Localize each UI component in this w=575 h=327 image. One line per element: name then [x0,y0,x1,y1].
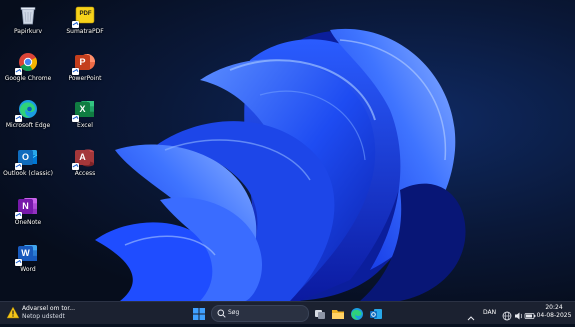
desktop-icon-onenote[interactable]: N OneNote [0,193,56,237]
battery-icon [524,313,536,319]
task-view-button[interactable] [313,306,327,320]
file-explorer-icon [332,310,344,319]
shortcut-arrow-icon [72,68,79,75]
outlook-icon [370,309,382,319]
clock-time: 20:24 [545,304,563,311]
shortcut-arrow-icon [15,259,22,266]
shortcut-arrow-icon [15,115,22,122]
volume-icon [515,312,523,320]
shortcut-arrow-icon [72,163,79,170]
system-tray-status[interactable] [502,307,536,321]
shortcut-arrow-icon [15,212,22,219]
shortcut-arrow-icon [72,115,79,122]
file-explorer-button[interactable] [331,306,345,320]
chevron-up-icon [467,316,475,321]
weather-title: Advarsel om tor... [22,305,75,312]
sumatrapdf-glyph: PDF [79,11,92,17]
desktop-icon-excel[interactable]: X Excel [57,96,113,140]
desktop-icon-word[interactable]: W Word [0,240,56,284]
globe-network-icon [502,311,512,321]
desktop-icon-label: Papirkurv [13,28,43,35]
windows-logo-icon [193,308,205,320]
desktop-icon-label: Access [74,170,96,177]
shortcut-arrow-icon [15,68,22,75]
desktop-icon-access[interactable]: A Access [57,144,113,188]
outlook-taskbar-button[interactable] [369,306,383,320]
weather-subtitle: Netop udstedt [22,313,65,320]
desktop-icon-label: Outlook (classic) [3,170,53,177]
desktop-icon-recycle-bin[interactable]: Papirkurv [0,2,56,46]
search-placeholder: Søg [228,309,240,316]
desktop-icon-label: Word [20,266,36,273]
clock[interactable]: 20:24 04-08-2025 [536,304,572,320]
desktop-icon-label: OneNote [14,219,42,226]
desktop-icon-outlook[interactable]: O Outlook (classic) [0,144,56,188]
warning-icon [6,306,20,319]
desktop-icon-label: Microsoft Edge [5,122,51,129]
system-tray-icons [502,311,536,321]
desktop-icon-edge[interactable]: Microsoft Edge [0,96,56,140]
search-input[interactable]: Søg [211,305,309,322]
desktop-icon-label: SumatraPDF [66,28,104,35]
shortcut-arrow-icon [15,163,22,170]
desktop-icon-label: Google Chrome [4,75,52,82]
edge-icon [351,308,363,320]
weather-widget[interactable]: Advarsel om tor... Netop udstedt [4,304,114,322]
desktop: Papirkurv PDF SumatraPDF Google Chrome P… [0,0,575,301]
search-icon [217,309,226,318]
recycle-bin-icon [20,7,36,25]
desktop-icon-label: PowerPoint [68,75,102,82]
clock-date: 04-08-2025 [536,312,572,319]
edge-taskbar-button[interactable] [350,306,364,320]
desktop-icon-powerpoint[interactable]: P PowerPoint [57,49,113,93]
task-view-icon [315,310,325,319]
shortcut-arrow-icon [72,21,79,28]
desktop-icon-chrome[interactable]: Google Chrome [0,49,56,93]
desktop-icon-label: Excel [77,122,93,129]
desktop-icon-sumatrapdf[interactable]: PDF SumatraPDF [57,2,113,46]
taskbar: Advarsel om tor... Netop udstedt Søg DAN… [0,301,575,324]
start-button[interactable] [192,306,206,320]
show-hidden-icons-button[interactable] [467,308,475,321]
input-language-indicator[interactable]: DAN [483,309,496,317]
